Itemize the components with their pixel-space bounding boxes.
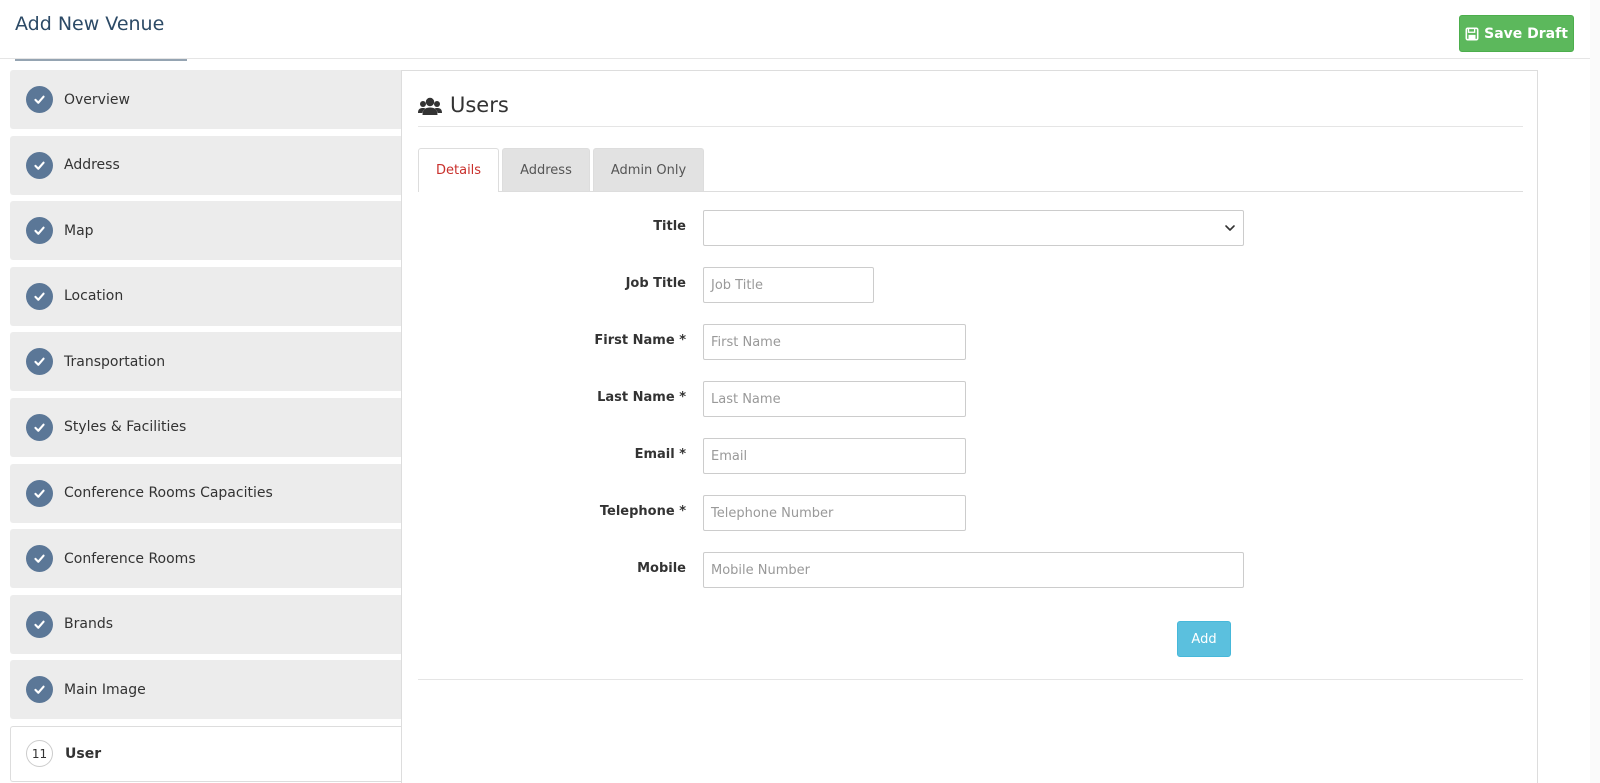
- step-map[interactable]: Map: [10, 201, 402, 261]
- user-tabs: Details Address Admin Only: [418, 148, 1523, 192]
- step-conference-rooms-capacities[interactable]: Conference Rooms Capacities: [10, 463, 402, 523]
- job-title-row: Job Title Job Title: [402, 267, 1537, 303]
- last-name-label: Last Name *: [597, 390, 686, 405]
- telephone-row: Telephone * Telephone Number: [402, 495, 1537, 531]
- step-main-image[interactable]: Main Image: [10, 660, 402, 720]
- top-header: Add New Venue Save Draft: [0, 0, 1600, 61]
- tab-details[interactable]: Details: [418, 148, 500, 192]
- divider: [418, 679, 1523, 680]
- check-icon: [26, 545, 53, 573]
- step-user[interactable]: 11 User: [10, 725, 402, 782]
- last-name-row: Last Name * Last Name: [402, 381, 1537, 417]
- first-name-label: First Name *: [594, 333, 686, 348]
- mobile-row: Mobile Mobile Number: [402, 552, 1537, 588]
- email-label: Email *: [634, 447, 686, 462]
- telephone-label: Telephone *: [599, 504, 686, 519]
- check-icon: [26, 282, 53, 310]
- check-icon: [26, 348, 53, 376]
- tab-address[interactable]: Address: [502, 148, 590, 191]
- tab-admin-only[interactable]: Admin Only: [592, 148, 705, 191]
- job-title-label: Job Title: [625, 276, 686, 291]
- email-row: Email * Email: [402, 438, 1537, 474]
- step-address[interactable]: Address: [10, 135, 402, 195]
- step-label: Conference Rooms: [64, 550, 196, 567]
- title-select[interactable]: [703, 210, 1244, 246]
- scrollbar-track[interactable]: [1590, 0, 1600, 783]
- step-label: Transportation: [64, 353, 166, 370]
- step-label: Overview: [64, 91, 130, 108]
- chevron-down-icon: [1225, 225, 1235, 231]
- check-icon: [26, 610, 53, 638]
- check-icon: [26, 413, 53, 441]
- step-label: Main Image: [64, 681, 146, 698]
- step-brands[interactable]: Brands: [10, 594, 402, 654]
- title-underline: [15, 59, 187, 61]
- panel-title: Users: [450, 93, 509, 117]
- save-draft-button[interactable]: Save Draft: [1459, 15, 1574, 52]
- step-label: Map: [64, 222, 94, 239]
- check-icon: [26, 479, 53, 507]
- step-label: Location: [64, 288, 124, 305]
- check-icon: [26, 151, 53, 179]
- telephone-input[interactable]: Telephone Number: [703, 495, 966, 531]
- panel-header: Users: [418, 93, 1523, 127]
- mobile-label: Mobile: [637, 561, 686, 576]
- step-conference-rooms[interactable]: Conference Rooms: [10, 529, 402, 589]
- users-icon: [418, 97, 442, 115]
- step-transportation[interactable]: Transportation: [10, 332, 402, 392]
- job-title-input[interactable]: Job Title: [703, 267, 874, 303]
- last-name-input[interactable]: Last Name: [703, 381, 966, 417]
- title-label: Title: [653, 219, 686, 234]
- step-number-badge: 11: [26, 740, 53, 768]
- step-label: Address: [64, 157, 120, 174]
- check-icon: [26, 86, 53, 113]
- first-name-input[interactable]: First Name: [703, 324, 966, 360]
- check-icon: [26, 676, 53, 704]
- title-row: Title: [402, 210, 1537, 246]
- mobile-input[interactable]: Mobile Number: [703, 552, 1244, 588]
- check-icon: [26, 217, 53, 245]
- step-label: User: [65, 745, 102, 762]
- step-overview[interactable]: Overview: [10, 70, 402, 129]
- first-name-row: First Name * First Name: [402, 324, 1537, 360]
- add-user-button[interactable]: Add: [1177, 621, 1231, 657]
- step-styles-facilities[interactable]: Styles & Facilities: [10, 397, 402, 457]
- step-label: Brands: [64, 616, 113, 633]
- email-input[interactable]: Email: [703, 438, 966, 474]
- step-label: Conference Rooms Capacities: [64, 485, 273, 502]
- page-title: Add New Venue: [15, 13, 165, 35]
- step-label: Styles & Facilities: [64, 419, 187, 436]
- wizard-sidebar: Overview Address Map Location Transporta…: [10, 70, 402, 783]
- step-location[interactable]: Location: [10, 266, 402, 326]
- save-icon: [1465, 27, 1479, 40]
- save-draft-label: Save Draft: [1484, 25, 1568, 42]
- users-panel: Users Details Address Admin Only Title J…: [401, 70, 1538, 783]
